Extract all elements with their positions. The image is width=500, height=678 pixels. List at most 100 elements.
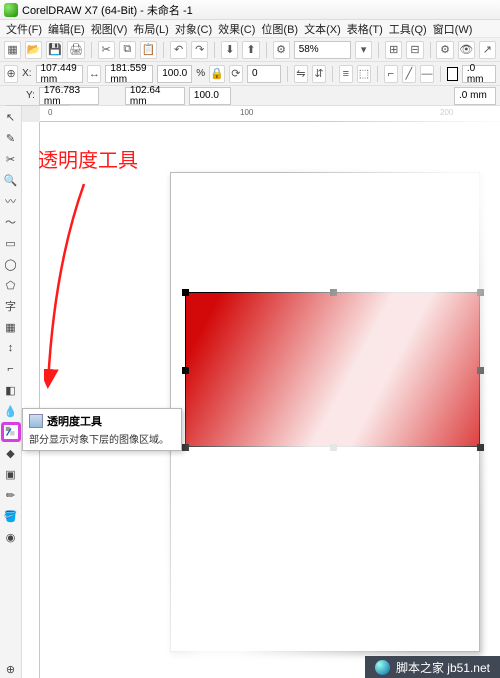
launch-icon[interactable]: ↗ [479,41,496,59]
eyedropper-tool-icon[interactable]: 💧 [2,402,20,420]
smart-fill-icon[interactable]: ▣ [2,465,20,483]
y-field[interactable]: 176.783 mm [39,87,99,105]
stroke1-field[interactable]: .0 mm [462,65,496,83]
x-label: X: [22,68,31,79]
undo-icon[interactable]: ↶ [170,41,187,59]
dimension-tool-icon[interactable]: ↕ [2,339,20,357]
vertical-ruler [22,122,40,678]
connector-tool-icon[interactable]: ⌐ [2,360,20,378]
effects-tool-icon[interactable]: ◧ [2,381,20,399]
menu-edit[interactable]: 编辑(E) [48,21,85,37]
drawing-canvas[interactable] [40,122,500,678]
align-icon[interactable]: ≡ [339,65,353,83]
options-icon[interactable]: ⚙ [436,41,453,59]
y-label: Y: [26,90,35,101]
interactive-fill-icon[interactable]: ◆ [2,444,20,462]
window-title: CorelDRAW X7 (64-Bit) - 未命名 -1 [22,2,193,18]
zoom-dropdown-icon[interactable]: ▾ [355,41,372,59]
copy-icon[interactable]: ⧉ [119,41,136,59]
menu-tools[interactable]: 工具(Q) [389,21,427,37]
toolbox: ↖ ✎ ✂ 🔍 〰 〜 ▭ ◯ ⬠ 字 ▦ ↕ ⌐ ◧ 💧 ◆ ▣ ✏ 🪣 ◉ … [0,106,22,678]
selection-handle[interactable] [477,289,484,296]
freehand-tool-icon[interactable]: 〰 [2,192,20,210]
selection-handle[interactable] [477,444,484,451]
snap-icon[interactable]: ⊞ [385,41,402,59]
artistic-media-icon[interactable]: 〜 [2,213,20,231]
stroke2-field[interactable]: .0 mm [454,87,496,105]
zoom-tool-icon[interactable]: 🔍 [2,171,20,189]
horizontal-ruler: 0 100 200 [40,106,500,122]
table-tool-icon[interactable]: ▦ [2,318,20,336]
import-icon[interactable]: ⬇ [221,41,238,59]
scale-x-field[interactable]: 100.0 [157,65,192,83]
menu-object[interactable]: 对象(C) [175,21,212,37]
lock-ratio-icon[interactable]: 🔒 [209,65,225,83]
cut-icon[interactable]: ✂ [98,41,115,59]
crop-tool-icon[interactable]: ✂ [2,150,20,168]
rotation-field[interactable]: 0 [247,65,281,83]
polygon-tool-icon[interactable]: ⬠ [2,276,20,294]
selection-handle[interactable] [330,289,337,296]
selection-handle[interactable] [182,444,189,451]
shape-tool-icon[interactable]: ✎ [2,129,20,147]
save-icon[interactable]: 💾 [46,41,63,59]
selection-handle[interactable] [182,367,189,374]
watermark-icon [375,660,390,675]
selection-handle[interactable] [477,367,484,374]
menu-text[interactable]: 文本(X) [304,21,341,37]
pct-label: % [196,68,205,79]
tooltip-title: 透明度工具 [47,413,102,429]
text-tool-icon[interactable]: 字 [2,297,20,315]
open-icon[interactable]: 📂 [25,41,42,59]
selection-handle[interactable] [182,289,189,296]
menu-bitmap[interactable]: 位图(B) [261,21,298,37]
paste-icon[interactable]: 📋 [140,41,157,59]
menu-file[interactable]: 文件(F) [6,21,42,37]
mirror-h-icon[interactable]: ⇋ [294,65,308,83]
menu-effects[interactable]: 效果(C) [218,21,255,37]
selection-handle[interactable] [330,444,337,451]
outline-pen-icon[interactable]: ✏ [2,486,20,504]
menu-window[interactable]: 窗口(W) [433,21,473,37]
pick-tool-icon[interactable]: ↖ [2,108,20,126]
tooltip-description: 部分显示对象下层的图像区域。 [29,431,175,446]
corner-icon[interactable]: ⌐ [384,65,398,83]
transparency-tool-icon[interactable] [2,423,20,441]
order-icon[interactable]: ⬚ [357,65,371,83]
expand-toolbox-icon[interactable]: ⊕ [2,660,20,678]
menu-layout[interactable]: 布局(L) [133,21,168,37]
selected-rectangle[interactable] [185,292,480,447]
rectangle-tool-icon[interactable]: ▭ [2,234,20,252]
canvas-area[interactable]: 0 100 200 [22,106,500,678]
publish-icon[interactable]: ⚙ [273,41,290,59]
print-icon[interactable]: 🖨 [67,41,84,59]
rotate-icon: ⟳ [229,65,243,83]
view-icon[interactable]: 👁 [458,41,475,59]
menu-view[interactable]: 视图(V) [91,21,128,37]
scale-y-field[interactable]: 100.0 [189,87,231,105]
new-doc-icon[interactable]: ▦ [4,41,21,59]
zoom-field[interactable]: 58% [294,41,351,59]
redo-icon[interactable]: ↷ [191,41,208,59]
app-logo-icon [4,3,18,17]
color-tool-icon[interactable]: ◉ [2,528,20,546]
menu-table[interactable]: 表格(T) [347,21,383,37]
property-bar-row2: Y: 176.783 mm 102.64 mm 100.0 .0 mm [0,86,500,106]
width-field[interactable]: 181.559 mm [105,65,153,83]
menu-bar[interactable]: 文件(F) 编辑(E) 视图(V) 布局(L) 对象(C) 效果(C) 位图(B… [0,20,500,38]
fill-tool-icon[interactable]: 🪣 [2,507,20,525]
outline-color-swatch[interactable] [447,67,458,81]
title-bar: CorelDRAW X7 (64-Bit) - 未命名 -1 [0,0,500,20]
guides-icon[interactable]: ⊟ [406,41,423,59]
export-icon[interactable]: ⬆ [242,41,259,59]
tooltip: 透明度工具 部分显示对象下层的图像区域。 [22,408,182,451]
ellipse-tool-icon[interactable]: ◯ [2,255,20,273]
height-field[interactable]: 102.64 mm [125,87,185,105]
outline-icon[interactable]: ╱ [402,65,416,83]
annotation-label: 透明度工具 [38,144,138,173]
mirror-v-icon[interactable]: ⇵ [312,65,326,83]
position-icon: ⊕ [4,65,18,83]
x-field[interactable]: 107.449 mm [36,65,84,83]
property-bar: ⊕ X: 107.449 mm ↔ 181.559 mm 100.0 % 🔒 ⟳… [0,62,500,86]
arrow-start-icon[interactable]: — [420,65,434,83]
